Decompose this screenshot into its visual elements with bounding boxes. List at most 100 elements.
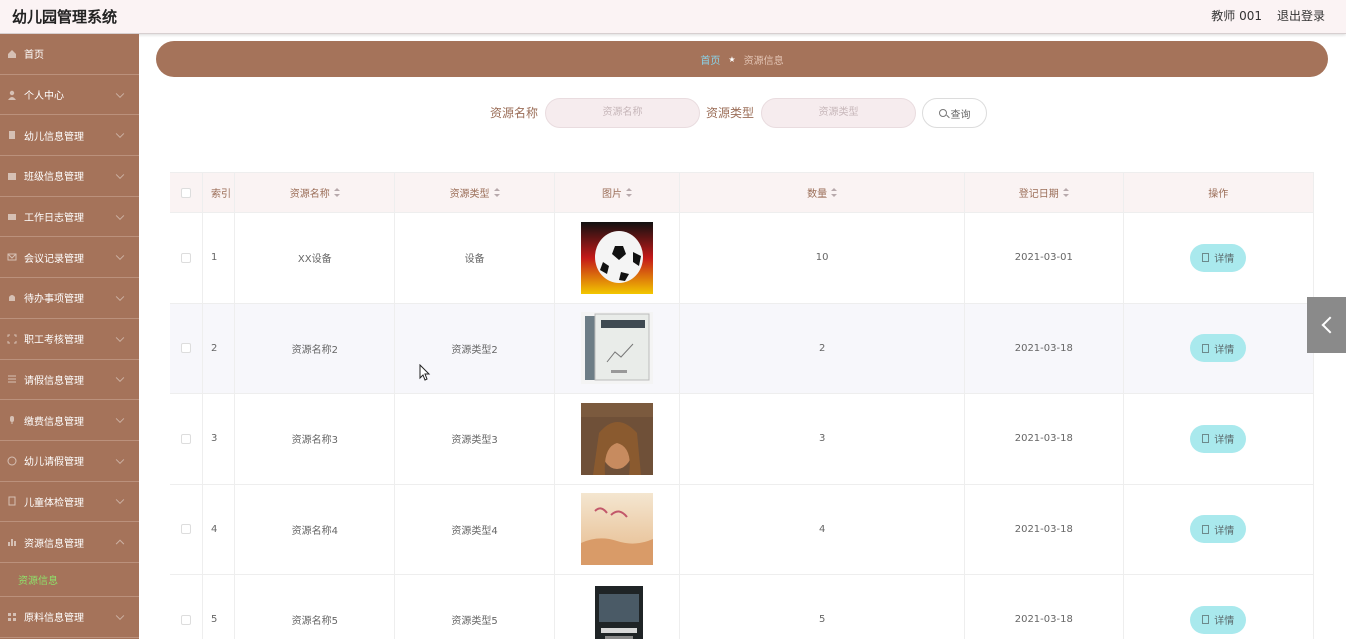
sort-icon[interactable] [831,188,838,197]
row-checkbox[interactable] [181,433,192,444]
sidebar-item-label: 工作日志管理 [24,213,84,225]
logout-link[interactable]: 退出登录 [1277,7,1325,24]
book-cover-image[interactable] [581,312,653,385]
header-type-label: 资源类型 [449,189,490,200]
detail-button[interactable]: 详情 [1190,243,1247,272]
row-image-cell [553,213,680,303]
detail-button[interactable]: 详情 [1190,424,1247,453]
row-index: 2 [202,303,234,393]
table-row: 5 资源名称5 资源类型5 5 2021-03-18 详情 [170,575,1314,639]
sort-icon[interactable] [626,188,632,197]
sidebar-item-child-leave[interactable]: 幼儿请假管理 [0,441,139,482]
header-type[interactable]: 资源类型 [394,173,553,212]
sidebar-item-health-check[interactable]: 儿童体检管理 [0,482,139,523]
header-date[interactable]: 登记日期 [964,173,1122,212]
sidebar-item-label: 资源信息管理 [24,538,84,550]
row-date: 2021-03-18 [964,575,1122,639]
row-checkbox[interactable] [181,343,192,354]
sidebar-item-work-log[interactable]: 工作日志管理 [0,197,139,238]
chevron-down-icon [115,89,125,98]
book-icon [8,213,16,220]
row-ops: 详情 [1122,303,1314,393]
header-index: 索引 [202,173,234,212]
sort-icon[interactable] [333,188,340,197]
sidebar-item-label: 幼儿信息管理 [24,131,84,143]
chevron-up-icon [115,539,125,549]
document-icon [1202,253,1210,263]
detail-button[interactable]: 详情 [1190,605,1247,634]
row-checkbox[interactable] [181,252,192,263]
sort-icon[interactable] [493,188,500,197]
detail-button[interactable]: 详情 [1190,334,1247,363]
search-type-input[interactable]: 资源类型 [761,98,916,128]
row-checkbox[interactable] [181,524,192,535]
sidebar-subitem-resource-info[interactable]: 资源信息 [0,562,139,597]
sidebar-item-label: 请假信息管理 [24,375,84,387]
collapse-panel-tab[interactable] [1307,297,1346,353]
chevron-down-icon [115,611,125,620]
search-button[interactable]: 查询 [922,98,987,128]
chevron-down-icon [115,251,125,261]
top-bar: 幼儿园管理系统 教师 001 退出登录 [0,0,1346,34]
header-date-label: 登记日期 [1018,189,1059,200]
bell-icon [9,294,15,301]
sidebar-item-assessment[interactable]: 职工考核管理 [0,319,139,360]
sidebar-item-meeting[interactable]: 会议记录管理 [0,237,139,279]
sidebar-item-label: 班级信息管理 [24,172,84,184]
header-image[interactable]: 图片 [553,173,680,212]
sidebar-item-class-info[interactable]: 班级信息管理 [0,156,139,197]
chevron-down-icon [115,455,125,464]
detail-button-label: 详情 [1214,344,1235,356]
row-type: 资源类型3 [394,394,553,484]
table-row: 3 资源名称3 资源类型3 3 2021-03-18 详情 [170,394,1314,485]
grid-icon [8,612,16,621]
select-all-checkbox[interactable] [181,187,192,198]
sidebar-item-material[interactable]: 原料信息管理 [0,597,139,638]
row-quantity: 3 [679,394,964,484]
header-name[interactable]: 资源名称 [234,173,394,212]
row-ops: 详情 [1122,213,1314,303]
row-name: 资源名称5 [234,575,394,639]
sidebar-item-payment[interactable]: 缴费信息管理 [0,400,139,441]
row-image-cell [553,575,680,639]
breadcrumb-home[interactable]: 首页 [700,52,720,67]
chevron-down-icon [115,292,125,302]
row-name: 资源名称2 [234,303,394,393]
chevron-down-icon [115,373,125,383]
document-icon [1202,434,1210,444]
header-quantity[interactable]: 数量 [679,173,964,212]
field-photo-image[interactable] [581,493,653,566]
sidebar-item-profile[interactable]: 个人中心 [0,75,139,116]
chevron-down-icon [115,495,125,505]
row-checkbox-cell [170,394,202,484]
search-name-input[interactable]: 资源名称 [545,98,700,128]
row-type: 资源类型5 [394,575,553,639]
detail-button-label: 详情 [1214,525,1235,537]
sidebar-item-label: 个人中心 [24,91,64,103]
row-name: 资源名称4 [234,484,394,574]
sort-icon[interactable] [1062,188,1069,197]
content-panel: 资源名称 资源名称 资源类型 资源类型 查询 索引 资源名称 资源类型 图片 数… [156,84,1328,639]
row-date: 2021-03-18 [964,303,1122,393]
row-checkbox[interactable] [181,614,192,625]
sidebar-item-home[interactable]: 首页 [0,34,139,75]
sidebar-item-todo[interactable]: 待办事项管理 [0,278,139,319]
soccer-ball-image[interactable] [581,221,653,294]
sidebar-item-resource[interactable]: 资源信息管理 [0,522,139,563]
sidebar-item-leave[interactable]: 请假信息管理 [0,360,139,401]
document-icon [1202,524,1210,534]
search-button-label: 查询 [950,109,971,121]
header-image-label: 图片 [602,189,622,200]
search-type-label: 资源类型 [706,106,755,120]
row-type: 资源类型4 [394,484,553,574]
row-index: 4 [202,484,234,574]
sidebar-item-child-info[interactable]: 幼儿信息管理 [0,115,139,157]
detail-button[interactable]: 详情 [1190,515,1247,544]
detail-button-label: 详情 [1214,435,1235,447]
dark-book-cover-image[interactable] [581,583,653,639]
row-quantity: 4 [679,484,964,574]
magazine-cover-image[interactable] [581,402,653,475]
row-date: 2021-03-18 [964,394,1122,484]
detail-button-label: 详情 [1214,254,1235,266]
resource-table: 索引 资源名称 资源类型 图片 数量 登记日期 操作 1 XX设备 设备 10 … [170,172,1314,639]
